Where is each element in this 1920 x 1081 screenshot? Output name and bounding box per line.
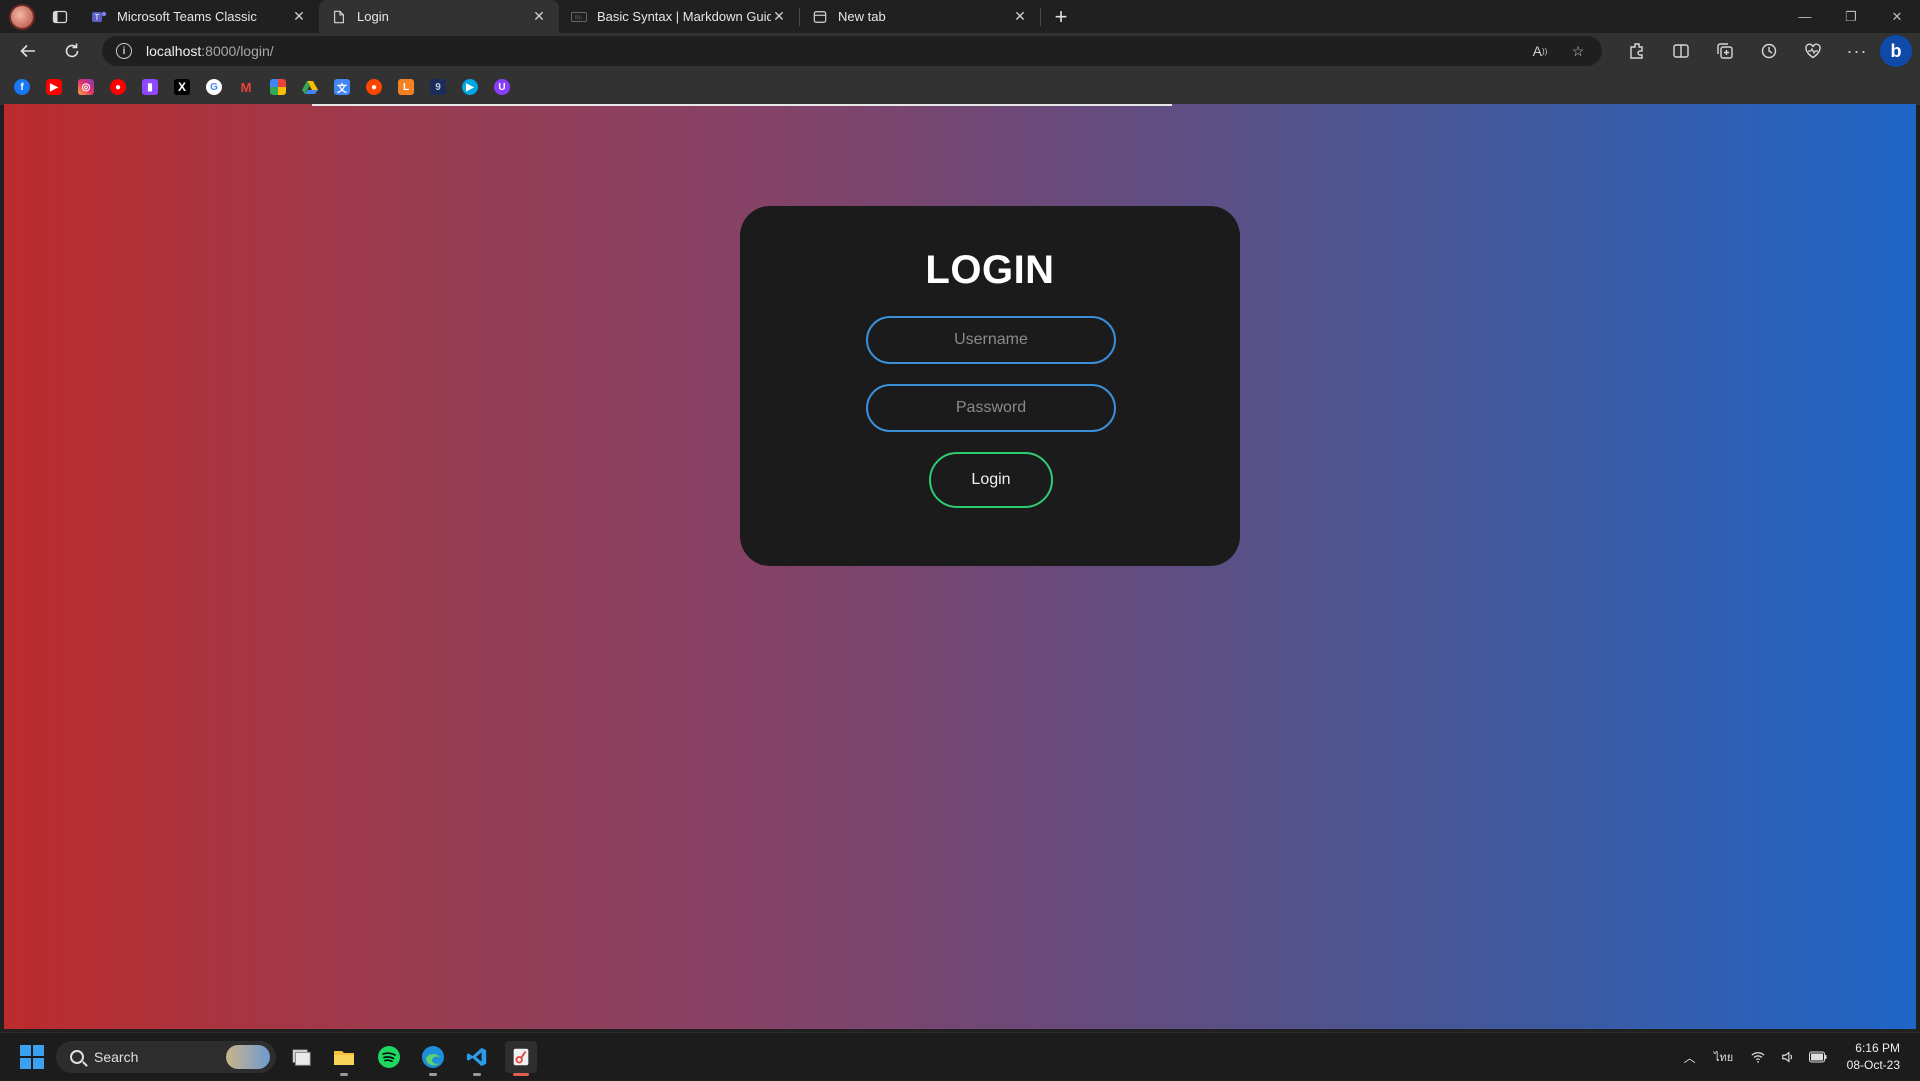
facebook-icon[interactable]: f bbox=[14, 79, 30, 95]
profile-avatar[interactable] bbox=[9, 3, 35, 30]
tab-markdown[interactable]: M↓ Basic Syntax | Markdown Guide ✕ bbox=[559, 0, 799, 33]
language-indicator[interactable]: ไทย bbox=[1709, 1046, 1739, 1068]
twitch-icon[interactable]: ▮ bbox=[142, 79, 158, 95]
address-bar[interactable]: i localhost:8000/login/ A)) ☆ bbox=[102, 36, 1602, 66]
edge-icon[interactable] bbox=[417, 1041, 449, 1076]
markdown-icon: M↓ bbox=[571, 9, 587, 25]
pinwheel-icon[interactable] bbox=[270, 79, 286, 95]
9anime-icon[interactable]: 9 bbox=[430, 79, 446, 95]
tab-title: Login bbox=[357, 9, 389, 24]
taskbar: Search ︿ ไทย 6:16 PM 08-Oct-23 bbox=[0, 1032, 1920, 1080]
x-icon[interactable]: X bbox=[174, 79, 190, 95]
search-highlight-image bbox=[226, 1045, 270, 1069]
reddit-icon[interactable]: ● bbox=[366, 79, 382, 95]
chevron-up-icon[interactable]: ︿ bbox=[1679, 1046, 1701, 1068]
windows-start-icon[interactable] bbox=[20, 1045, 44, 1069]
loading-bar bbox=[312, 104, 1172, 106]
search-icon bbox=[70, 1050, 84, 1064]
back-icon[interactable] bbox=[12, 35, 44, 67]
close-window-icon[interactable]: ✕ bbox=[1874, 0, 1920, 33]
login-card: LOGIN Login bbox=[740, 206, 1240, 566]
tab-title: Basic Syntax | Markdown Guide bbox=[597, 9, 771, 24]
tab-login[interactable]: Login ✕ bbox=[319, 0, 559, 33]
svg-text:T: T bbox=[95, 13, 100, 22]
svg-text:M↓: M↓ bbox=[575, 15, 583, 21]
file-explorer-icon[interactable] bbox=[328, 1041, 360, 1076]
restore-icon[interactable]: ❐ bbox=[1828, 0, 1874, 33]
clock[interactable]: 6:16 PM 08-Oct-23 bbox=[1847, 1040, 1900, 1074]
clock-time: 6:16 PM bbox=[1855, 1041, 1900, 1055]
ublock-icon[interactable]: U bbox=[494, 79, 510, 95]
favorites-bar: f ▶ ◎ ● ▮ X G M 文 ● L 9 ▶ U bbox=[0, 69, 1920, 105]
more-options-icon[interactable]: ··· bbox=[1835, 35, 1879, 67]
split-screen-icon[interactable] bbox=[1659, 35, 1703, 67]
clock-date: 08-Oct-23 bbox=[1846, 1058, 1900, 1072]
extensions-icon[interactable] bbox=[1615, 35, 1659, 67]
search-label: Search bbox=[94, 1049, 139, 1065]
history-icon[interactable] bbox=[1747, 35, 1791, 67]
collections-icon[interactable] bbox=[1703, 35, 1747, 67]
tab-separator bbox=[1040, 7, 1041, 26]
close-icon[interactable]: ✕ bbox=[291, 8, 307, 25]
tab-strip: T Microsoft Teams Classic ✕ Login ✕ M↓ B… bbox=[0, 0, 1920, 33]
tab-title: Microsoft Teams Classic bbox=[117, 9, 257, 24]
browser-toolbar: i localhost:8000/login/ A)) ☆ ··· b bbox=[0, 33, 1920, 69]
taskbar-search[interactable]: Search bbox=[56, 1041, 276, 1073]
teams-icon: T bbox=[91, 9, 107, 25]
newtab-icon bbox=[812, 9, 828, 25]
vscode-icon[interactable] bbox=[461, 1041, 493, 1076]
performance-icon[interactable] bbox=[1791, 35, 1835, 67]
close-icon[interactable]: ✕ bbox=[531, 8, 547, 25]
youtube-music-icon[interactable]: ● bbox=[110, 79, 126, 95]
favorite-star-icon[interactable]: ☆ bbox=[1568, 41, 1588, 61]
page-icon bbox=[331, 9, 347, 25]
task-view-icon[interactable] bbox=[285, 1041, 317, 1073]
refresh-icon[interactable] bbox=[56, 35, 88, 67]
tab-title: New tab bbox=[838, 9, 886, 24]
snipping-tool-icon[interactable] bbox=[505, 1041, 537, 1076]
leetcode-icon[interactable]: L bbox=[398, 79, 414, 95]
info-icon[interactable]: i bbox=[116, 43, 132, 59]
tab-actions-icon[interactable] bbox=[49, 7, 71, 27]
tab-newtab[interactable]: New tab ✕ bbox=[800, 0, 1040, 33]
volume-icon[interactable] bbox=[1777, 1046, 1799, 1068]
read-aloud-icon[interactable]: A)) bbox=[1530, 41, 1550, 61]
wifi-icon[interactable] bbox=[1747, 1046, 1769, 1068]
login-button[interactable]: Login bbox=[929, 452, 1053, 508]
battery-icon[interactable] bbox=[1807, 1046, 1829, 1068]
close-icon[interactable]: ✕ bbox=[1012, 8, 1028, 25]
window-controls: — ❐ ✕ bbox=[1782, 0, 1920, 33]
toolbar-actions: ··· bbox=[1615, 35, 1879, 67]
minimize-icon[interactable]: — bbox=[1782, 0, 1828, 33]
url-path: :8000/login/ bbox=[201, 43, 274, 59]
password-input[interactable] bbox=[866, 384, 1116, 432]
google-translate-icon[interactable]: 文 bbox=[334, 79, 350, 95]
prime-video-icon[interactable]: ▶ bbox=[462, 79, 478, 95]
username-input[interactable] bbox=[866, 316, 1116, 364]
youtube-icon[interactable]: ▶ bbox=[46, 79, 62, 95]
spotify-icon[interactable] bbox=[373, 1041, 405, 1073]
google-icon[interactable]: G bbox=[206, 79, 222, 95]
new-tab-button[interactable]: + bbox=[1047, 3, 1075, 31]
close-icon[interactable]: ✕ bbox=[771, 8, 787, 25]
tab-teams[interactable]: T Microsoft Teams Classic ✕ bbox=[79, 0, 319, 33]
gmail-icon[interactable]: M bbox=[238, 79, 254, 95]
system-tray: ︿ ไทย 6:16 PM 08-Oct-23 bbox=[1679, 1033, 1920, 1081]
page-viewport: LOGIN Login bbox=[4, 104, 1916, 1029]
copilot-icon[interactable]: b bbox=[1880, 35, 1912, 67]
google-drive-icon[interactable] bbox=[302, 79, 318, 95]
login-title: LOGIN bbox=[925, 248, 1055, 292]
instagram-icon[interactable]: ◎ bbox=[78, 79, 94, 95]
url-host: localhost bbox=[146, 43, 202, 59]
